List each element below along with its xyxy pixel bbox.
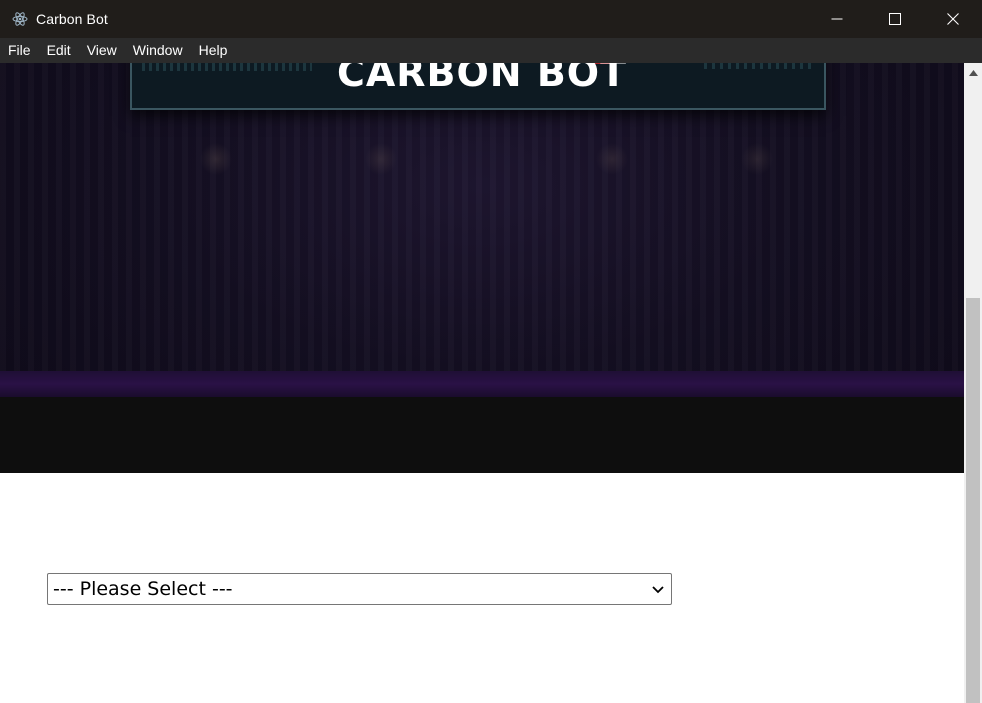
app-window: Carbon Bot File Edit View Window Help CA… [0,0,982,703]
menu-window[interactable]: Window [125,38,191,63]
hero-purple-band [0,371,964,397]
electron-icon [11,10,29,28]
window-controls [808,0,982,38]
maximize-button[interactable] [866,0,924,38]
scroll-up-button[interactable] [964,63,982,83]
minimize-button[interactable] [808,0,866,38]
menu-view[interactable]: View [79,38,125,63]
close-icon [947,13,959,25]
scrollbar-thumb[interactable] [966,298,980,703]
chevron-down-icon [652,586,664,594]
page-content: CARBON BOT --- Please Select --- [0,63,964,703]
hero-ceiling-lights [150,143,810,183]
title-bar[interactable]: Carbon Bot [0,0,982,38]
product-select[interactable]: --- Please Select --- [47,573,672,605]
scroll-up-arrow-icon [968,70,978,76]
product-select-wrapper: --- Please Select --- [47,573,672,605]
menu-file[interactable]: File [0,38,39,63]
menu-edit[interactable]: Edit [39,38,79,63]
maximize-icon [889,13,901,25]
hero-banner: CARBON BOT [0,63,964,473]
menu-bar: File Edit View Window Help [0,38,982,63]
vertical-scrollbar[interactable] [964,63,982,703]
hero-dark-band [0,397,964,473]
minimize-icon [831,18,843,20]
select-value: --- Please Select --- [53,578,233,600]
window-title: Carbon Bot [36,11,108,27]
close-button[interactable] [924,0,982,38]
hero-title: CARBON BOT [336,63,628,95]
menu-help[interactable]: Help [191,38,236,63]
